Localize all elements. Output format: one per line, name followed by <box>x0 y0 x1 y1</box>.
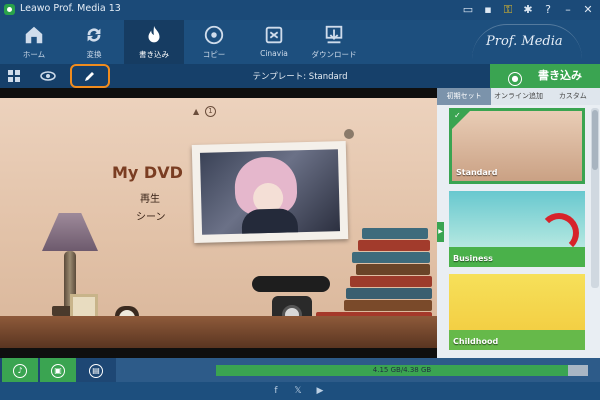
register-key-icon[interactable]: ⚿ <box>500 2 516 18</box>
nav-cinavia[interactable]: Cinavia <box>244 20 304 64</box>
window-controls: ▭ ▪ ⚿ ✱ ? – ✕ <box>460 2 596 18</box>
book-decoration <box>346 288 432 299</box>
copy-icon <box>204 25 224 45</box>
template-standard[interactable]: ✓ Standard <box>449 108 585 184</box>
nav-burn-label: 書き込み <box>139 50 169 59</box>
x-icon[interactable]: 𝕏 <box>292 385 304 397</box>
burn-icon: ● <box>508 72 522 86</box>
tab-default-templates[interactable]: 初期セット <box>437 88 492 105</box>
menu-thumbnail <box>199 149 341 235</box>
help-icon[interactable]: ? <box>540 2 556 18</box>
burn-button-label: 書き込み <box>538 69 582 82</box>
book-decoration <box>362 228 428 239</box>
collapse-panel-handle[interactable]: ▶ <box>437 222 444 242</box>
phone-receiver-decoration <box>252 276 330 292</box>
nav-copy-label: コピー <box>202 50 226 59</box>
book-decoration <box>350 276 432 287</box>
convert-icon <box>87 28 101 42</box>
template-childhood[interactable]: Childhood <box>449 274 585 350</box>
lamp-decoration <box>42 213 98 251</box>
menu-floor <box>0 316 437 348</box>
page-up-icon[interactable]: ▲ <box>193 107 199 116</box>
template-name: Standard <box>456 168 498 177</box>
editor-toolbar: テンプレート: Standard ● 書き込み <box>0 64 600 88</box>
nav-home-label: ホーム <box>22 50 46 59</box>
nav-convert[interactable]: 変換 <box>64 20 124 64</box>
cart-icon[interactable]: ▭ <box>460 2 476 18</box>
template-scrollbar[interactable] <box>591 108 599 288</box>
cinavia-icon <box>265 26 283 44</box>
main-navigation: ホーム 変換 書き込み コピー Cinavia ダウンロード Prof. Med… <box>0 20 600 64</box>
nav-home[interactable]: ホーム <box>4 20 64 64</box>
save-icon: ▤ <box>89 364 103 378</box>
close-icon[interactable]: ✕ <box>580 2 596 18</box>
book-decoration <box>344 300 432 311</box>
music-button[interactable]: ♪ <box>2 358 38 382</box>
feedback-icon[interactable]: ▪ <box>480 2 496 18</box>
disk-usage-bar: 4.15 GB/4.38 GB <box>216 365 588 376</box>
nav-cinavia-label: Cinavia <box>260 49 288 58</box>
menu-photo-frame[interactable] <box>191 141 349 243</box>
template-panel: 初期セット オンライン追加 カスタム ✓ Standard Business C… <box>437 88 600 358</box>
home-icon <box>25 26 43 44</box>
burn-button[interactable]: ● 書き込み <box>490 64 600 88</box>
play-button[interactable]: 再生 <box>140 190 160 205</box>
book-decoration <box>358 240 430 251</box>
template-list: ✓ Standard Business Childhood <box>449 108 587 358</box>
record-button[interactable]: ▤ <box>78 358 114 382</box>
burn-icon <box>148 25 160 43</box>
nav-copy[interactable]: コピー <box>184 20 244 64</box>
disk-usage-text: 4.15 GB/4.38 GB <box>372 366 432 374</box>
menu-preview: ▲ 1 My DVD 再生 シーン <box>0 88 437 358</box>
nav-burn[interactable]: 書き込み <box>124 20 184 64</box>
pin-icon <box>344 129 354 139</box>
window-title: Leawo Prof. Media 13 <box>20 3 121 14</box>
menu-title[interactable]: My DVD <box>112 163 183 182</box>
tab-custom-templates[interactable]: カスタム <box>546 88 600 105</box>
music-icon: ♪ <box>13 364 27 378</box>
thumbnail-coat <box>241 208 299 235</box>
book-decoration <box>352 252 430 263</box>
download-icon <box>325 25 343 44</box>
checkmark-icon: ✓ <box>454 111 461 120</box>
title-bar: Leawo Prof. Media 13 ▭ ▪ ⚿ ✱ ? – ✕ <box>0 0 600 20</box>
nav-download-label: ダウンロード <box>311 50 357 59</box>
brand-text: Prof. Media <box>486 34 563 49</box>
template-name: Childhood <box>453 337 499 346</box>
app-logo-icon <box>4 4 15 15</box>
brand-logo: Prof. Media <box>466 24 586 54</box>
page-number[interactable]: 1 <box>205 106 216 117</box>
settings-icon[interactable]: ✱ <box>520 2 536 18</box>
template-name: Business <box>453 254 493 263</box>
image-icon: ▣ <box>51 364 65 378</box>
scenes-button[interactable]: シーン <box>136 208 166 223</box>
template-tabs: 初期セット オンライン追加 カスタム <box>437 88 600 105</box>
tab-online-templates[interactable]: オンライン追加 <box>491 88 545 105</box>
youtube-icon[interactable]: ▶ <box>314 385 326 397</box>
book-decoration <box>356 264 430 275</box>
template-business[interactable]: Business <box>449 191 585 267</box>
scrollbar-thumb[interactable] <box>592 110 598 170</box>
facebook-icon[interactable]: f <box>270 385 282 397</box>
nav-download[interactable]: ダウンロード <box>304 20 364 64</box>
image-button[interactable]: ▣ <box>40 358 76 382</box>
social-footer: f 𝕏 ▶ <box>0 382 600 400</box>
nav-convert-label: 変換 <box>86 50 102 59</box>
minimize-icon[interactable]: – <box>560 2 576 18</box>
bottom-bar: ♪ ▣ ▤ 4.15 GB/4.38 GB <box>0 358 600 382</box>
menu-background: ▲ 1 My DVD 再生 シーン <box>0 98 437 348</box>
